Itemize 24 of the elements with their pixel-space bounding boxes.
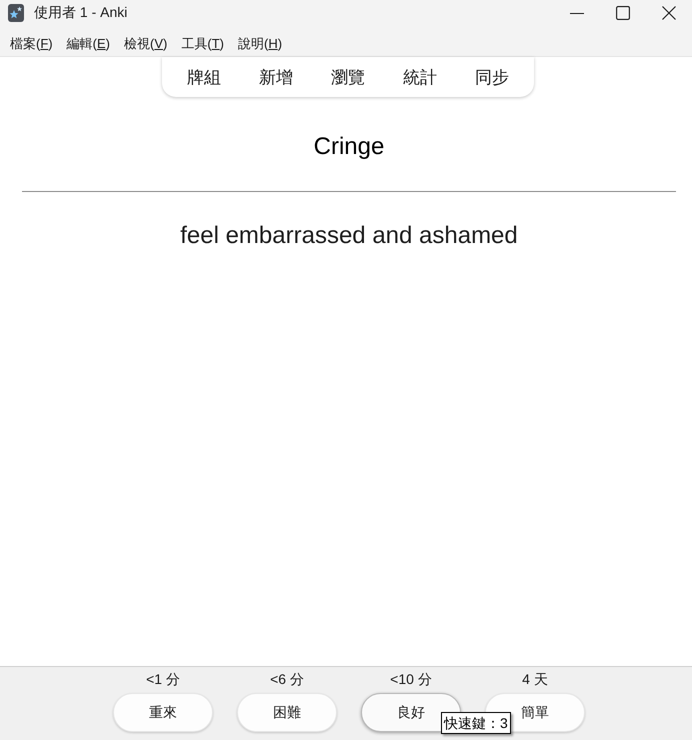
minimize-icon <box>570 12 584 14</box>
interval-label: <1 分 <box>146 670 180 688</box>
interval-label: 4 天 <box>522 670 548 688</box>
shortcut-tooltip: 快速鍵：3 <box>441 712 511 734</box>
card-front-text: Cringe <box>312 133 386 161</box>
interval-label: <6 分 <box>270 670 304 688</box>
interval-label: <10 分 <box>390 670 432 688</box>
menu-item[interactable]: 檔案(F) <box>10 35 53 53</box>
answer-button[interactable]: 重來 <box>113 693 213 732</box>
toolbar-link[interactable]: 牌組 <box>168 66 240 88</box>
card-back-text: feel embarrassed and ashamed <box>179 222 519 250</box>
toolbar-link[interactable]: 瀏覽 <box>312 66 384 88</box>
toolbar-link[interactable]: 新增 <box>240 66 312 88</box>
menu-item[interactable]: 工具(T) <box>181 35 224 53</box>
menu-item[interactable]: 編輯(E) <box>66 35 110 53</box>
menu-item[interactable]: 說明(H) <box>238 35 282 53</box>
toolbar-link[interactable]: 同步 <box>456 66 528 88</box>
answer-button[interactable]: 困難 <box>237 693 337 732</box>
maximize-icon <box>616 6 630 20</box>
app-icon <box>8 4 24 22</box>
toolbar-link[interactable]: 統計 <box>384 66 456 88</box>
menu-item[interactable]: 檢視(V) <box>124 35 168 53</box>
window-title: 使用者 1 - Anki <box>34 4 128 22</box>
close-icon <box>662 6 676 20</box>
